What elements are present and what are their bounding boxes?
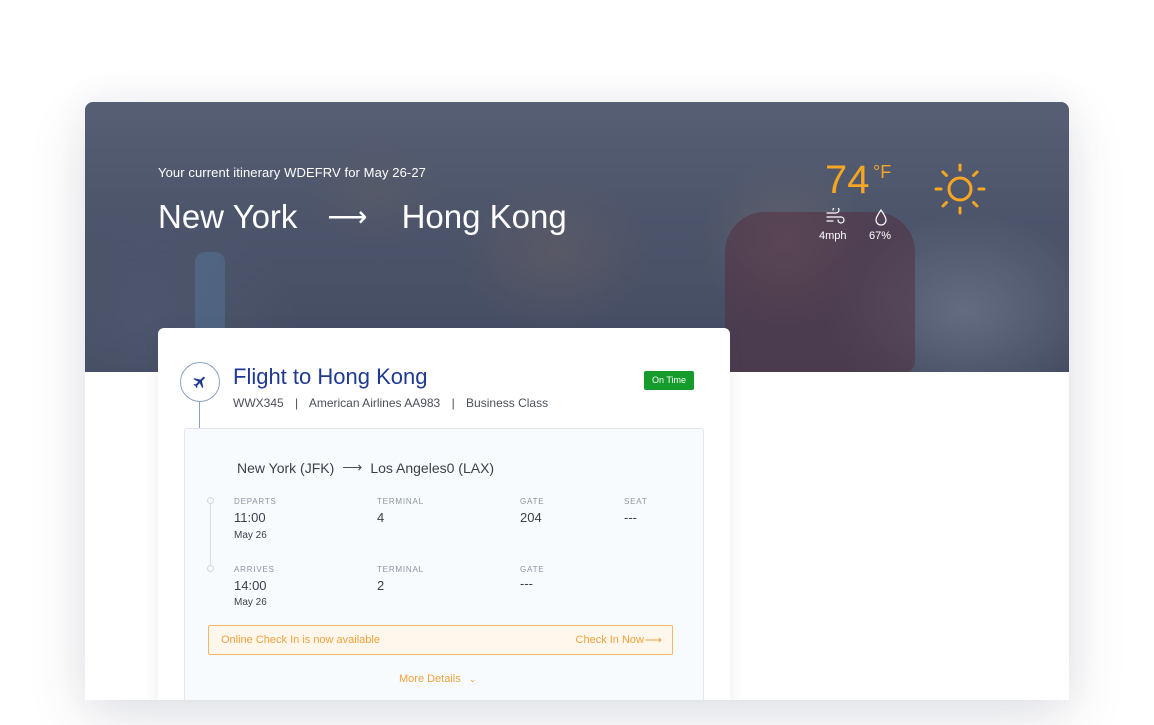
check-in-now-link[interactable]: Check In Now <box>576 634 644 646</box>
departs-time: 11:00 <box>234 510 266 525</box>
more-details-link[interactable]: More Details ⌄ <box>399 673 476 685</box>
checkin-message: Online Check In is now available <box>221 634 380 646</box>
departs-date: May 26 <box>234 530 267 541</box>
timeline-dot-departs <box>207 497 214 504</box>
cabin-class: Business Class <box>466 396 549 410</box>
wind-speed: 4mph <box>819 230 847 242</box>
airline-name: American Airlines AA983 <box>308 396 441 410</box>
flight-segment-panel: New York (JFK) ⟶ Los Angeles0 (LAX) DEPA… <box>184 428 704 700</box>
temperature-value: 74 <box>825 158 870 202</box>
segment-origin: New York (JFK) <box>237 459 335 476</box>
timeline-stem <box>199 402 200 430</box>
seat-value: --- <box>624 510 637 525</box>
sun-icon <box>934 163 986 215</box>
checkin-banner: Online Check In is now available Check I… <box>208 625 673 655</box>
segment-arrow-icon: ⟶ <box>342 459 363 475</box>
airplane-icon <box>193 376 205 389</box>
arrives-terminal-label: TERMINAL <box>377 565 424 574</box>
arrives-gate: --- <box>520 576 533 591</box>
temperature-unit: °F <box>873 162 892 182</box>
humidity-value: 67% <box>869 230 892 242</box>
departs-terminal-label: TERMINAL <box>377 497 424 506</box>
destination-city: Hong Kong <box>401 198 567 235</box>
origin-city: New York <box>158 198 298 235</box>
route-arrow-icon: ⟶ <box>327 201 368 232</box>
flight-card: Flight to Hong Kong WWX345 | American Ai… <box>158 328 730 700</box>
more-details-label[interactable]: More Details <box>399 673 461 685</box>
wind-icon <box>826 208 845 224</box>
chevron-down-icon[interactable]: ⌄ <box>469 674 477 685</box>
flight-subtitle: WWX345 | American Airlines AA983 | Busin… <box>233 396 548 410</box>
arrives-terminal: 2 <box>377 578 385 593</box>
timeline-dot-arrives <box>207 565 214 572</box>
humidity-icon <box>875 208 887 226</box>
segment-timeline <box>210 499 211 571</box>
arrow-right-icon[interactable]: ⟶ <box>645 633 662 647</box>
arrives-gate-label: GATE <box>520 565 545 574</box>
plane-badge <box>180 362 220 402</box>
status-badge: On Time <box>644 371 695 390</box>
departs-gate: 204 <box>520 510 542 525</box>
route-title: New York ⟶ Hong Kong <box>158 198 567 236</box>
flight-code: WWX345 <box>233 396 284 410</box>
departs-gate-label: GATE <box>520 497 545 506</box>
departs-label: DEPARTS <box>234 497 277 506</box>
itinerary-line: Your current itinerary WDEFRV for May 26… <box>158 165 427 180</box>
segment-destination: Los Angeles0 (LAX) <box>370 459 495 476</box>
separator: | <box>451 396 455 410</box>
arrives-date: May 26 <box>234 597 267 608</box>
departs-terminal: 4 <box>377 510 385 525</box>
itinerary-frame: Your current itinerary WDEFRV for May 26… <box>85 102 1069 700</box>
arrives-time: 14:00 <box>234 578 267 593</box>
arrives-label: ARRIVES <box>234 565 275 574</box>
flight-title: Flight to Hong Kong <box>233 364 428 389</box>
segment-route: New York (JFK) ⟶ Los Angeles0 (LAX) <box>237 459 494 476</box>
separator: | <box>295 396 299 410</box>
seat-label: SEAT <box>624 497 648 506</box>
